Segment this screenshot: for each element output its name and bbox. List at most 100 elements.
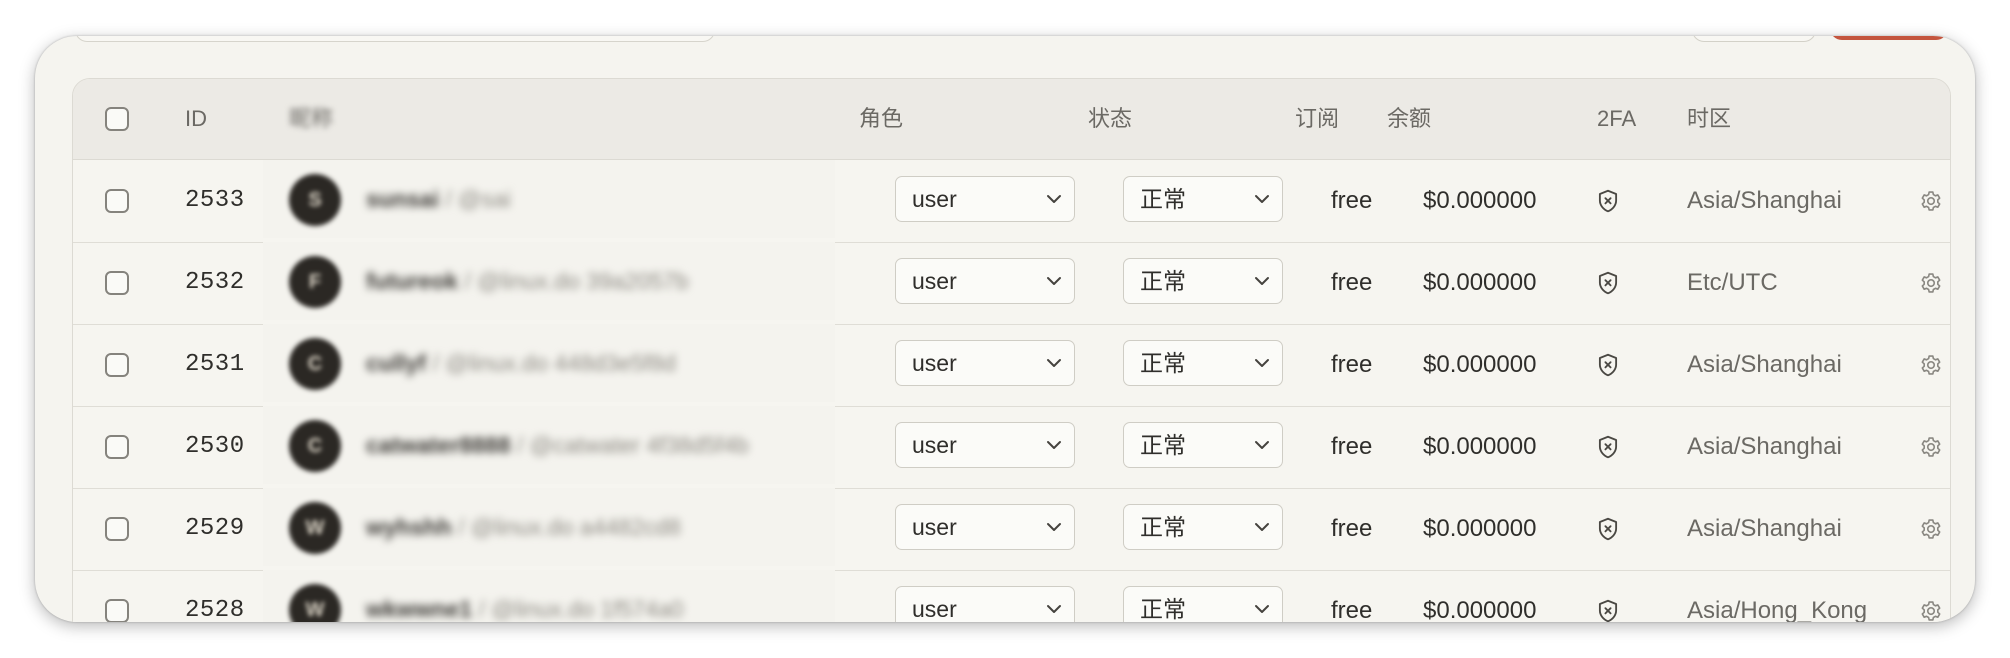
gear-icon[interactable] [1918,352,1944,378]
column-header-balance[interactable]: 余额 [1387,79,1431,159]
status-select[interactable]: 正常 [1123,258,1283,304]
user-handle: @sai [458,186,511,212]
table-row: 2528 Wwkwwne1 / @linux.do 1f574a0 user 正常 fr… [73,570,1950,622]
row-checkbox[interactable] [105,599,129,622]
user-nickname: sunsai [366,186,439,212]
user-nickname: wkwwne1 [366,596,473,622]
name-separator: / [451,514,471,540]
shield-x-icon [1598,517,1618,541]
status-select[interactable]: 正常 [1123,586,1283,622]
user-display-name: catwater8888 / @catwater 4f38d5f4b [366,406,749,484]
column-header-name[interactable]: 昵称 [289,79,333,159]
chevron-down-icon [1047,195,1061,203]
user-name-cell: Ssunsai / @sai [263,160,835,238]
balance: $0.000000 [1423,433,1537,460]
user-nickname: catwater8888 [366,432,511,458]
column-header-2fa[interactable]: 2FA [1597,79,1636,159]
chevron-down-icon [1047,605,1061,613]
user-handle: @linux.do 448d3e5f8d [445,350,676,376]
avatar-initial: C [307,353,323,375]
chevron-down-icon [1047,277,1061,285]
shield-x-icon [1598,599,1618,622]
user-id: 2531 [185,351,245,378]
timezone: Asia/Shanghai [1687,187,1842,214]
user-id: 2529 [185,515,245,542]
primary-action-button[interactable] [1830,36,1948,40]
role-select[interactable]: user [895,586,1075,622]
timezone: Asia/Hong_Kong [1687,597,1868,622]
role-select[interactable]: user [895,258,1075,304]
status-select[interactable]: 正常 [1123,504,1283,550]
role-select-value: user [912,514,957,540]
gear-icon[interactable] [1918,270,1944,296]
status-select[interactable]: 正常 [1123,422,1283,468]
status-select-value: 正常 [1140,596,1186,622]
user-name-cell: Wwyhshh / @linux.do a4482cd8 [263,488,835,566]
users-table: ID 昵称 角色 状态 订阅 余额 2FA 时区 2533 Ssunsai / @… [72,78,1951,622]
gear-icon[interactable] [1918,434,1944,460]
subscription-plan: free [1331,433,1373,460]
table-row: 2529 Wwyhshh / @linux.do a4482cd8 user 正常 fr… [73,488,1950,571]
user-handle: @linux.do a4482cd8 [470,514,681,540]
role-select[interactable]: user [895,504,1075,550]
row-checkbox[interactable] [105,435,129,459]
table-row: 2531 Ccullyf / @linux.do 448d3e5f8d user 正常… [73,324,1950,407]
user-handle: @catwater 4f38d5f4b [529,432,749,458]
chevron-down-icon [1255,441,1269,449]
app-window: ID 昵称 角色 状态 订阅 余额 2FA 时区 2533 Ssunsai / @… [35,36,1975,622]
name-separator: / [426,350,446,376]
row-checkbox[interactable] [105,271,129,295]
user-name-cell: Ccatwater8888 / @catwater 4f38d5f4b [263,406,835,484]
balance: $0.000000 [1423,515,1537,542]
chevron-down-icon [1047,359,1061,367]
avatar-initial: W [305,517,325,539]
table-row: 2533 Ssunsai / @sai user 正常 free $0.000000 Asi… [73,160,1950,243]
user-handle: @linux.do 39a2057b [477,268,689,294]
search-input[interactable] [75,36,715,42]
subscription-plan: free [1331,597,1373,622]
avatar-initial: F [308,271,322,293]
user-name-cell: Ccullyf / @linux.do 448d3e5f8d [263,324,835,402]
table-row: 2530 Ccatwater8888 / @catwater 4f38d5f4b u… [73,406,1950,489]
subscription-plan: free [1331,515,1373,542]
gear-icon[interactable] [1918,516,1944,542]
avatar-initial: C [307,435,323,457]
user-nickname: futureok [366,268,458,294]
status-select[interactable]: 正常 [1123,340,1283,386]
column-header-id[interactable]: ID [185,79,207,159]
user-name-cell: Wwkwwne1 / @linux.do 1f574a0 [263,570,835,622]
status-select-value: 正常 [1140,186,1186,212]
row-checkbox[interactable] [105,517,129,541]
chevron-down-icon [1047,523,1061,531]
role-select[interactable]: user [895,340,1075,386]
secondary-action-button[interactable] [1692,36,1816,42]
status-select[interactable]: 正常 [1123,176,1283,222]
user-id: 2528 [185,597,245,622]
select-all-checkbox[interactable] [105,107,129,131]
avatar: C [289,338,341,390]
role-select[interactable]: user [895,176,1075,222]
role-select-value: user [912,432,957,458]
column-header-role[interactable]: 角色 [859,79,903,159]
column-header-timezone[interactable]: 时区 [1687,79,1731,159]
status-select-value: 正常 [1140,268,1186,294]
row-checkbox[interactable] [105,189,129,213]
user-display-name: sunsai / @sai [366,160,511,238]
row-checkbox[interactable] [105,353,129,377]
role-select-value: user [912,350,957,376]
role-select-value: user [912,596,957,622]
name-separator: / [472,596,492,622]
gear-icon[interactable] [1918,188,1944,214]
chevron-down-icon [1255,605,1269,613]
column-header-status[interactable]: 状态 [1088,79,1132,159]
timezone: Etc/UTC [1687,269,1778,296]
gear-icon[interactable] [1918,598,1944,622]
user-display-name: wyhshh / @linux.do a4482cd8 [366,488,681,566]
shield-x-icon [1598,189,1618,213]
role-select[interactable]: user [895,422,1075,468]
role-select-value: user [912,268,957,294]
column-header-subscription[interactable]: 订阅 [1295,79,1339,159]
subscription-plan: free [1331,351,1373,378]
status-select-value: 正常 [1140,432,1186,458]
user-nickname: wyhshh [366,514,452,540]
